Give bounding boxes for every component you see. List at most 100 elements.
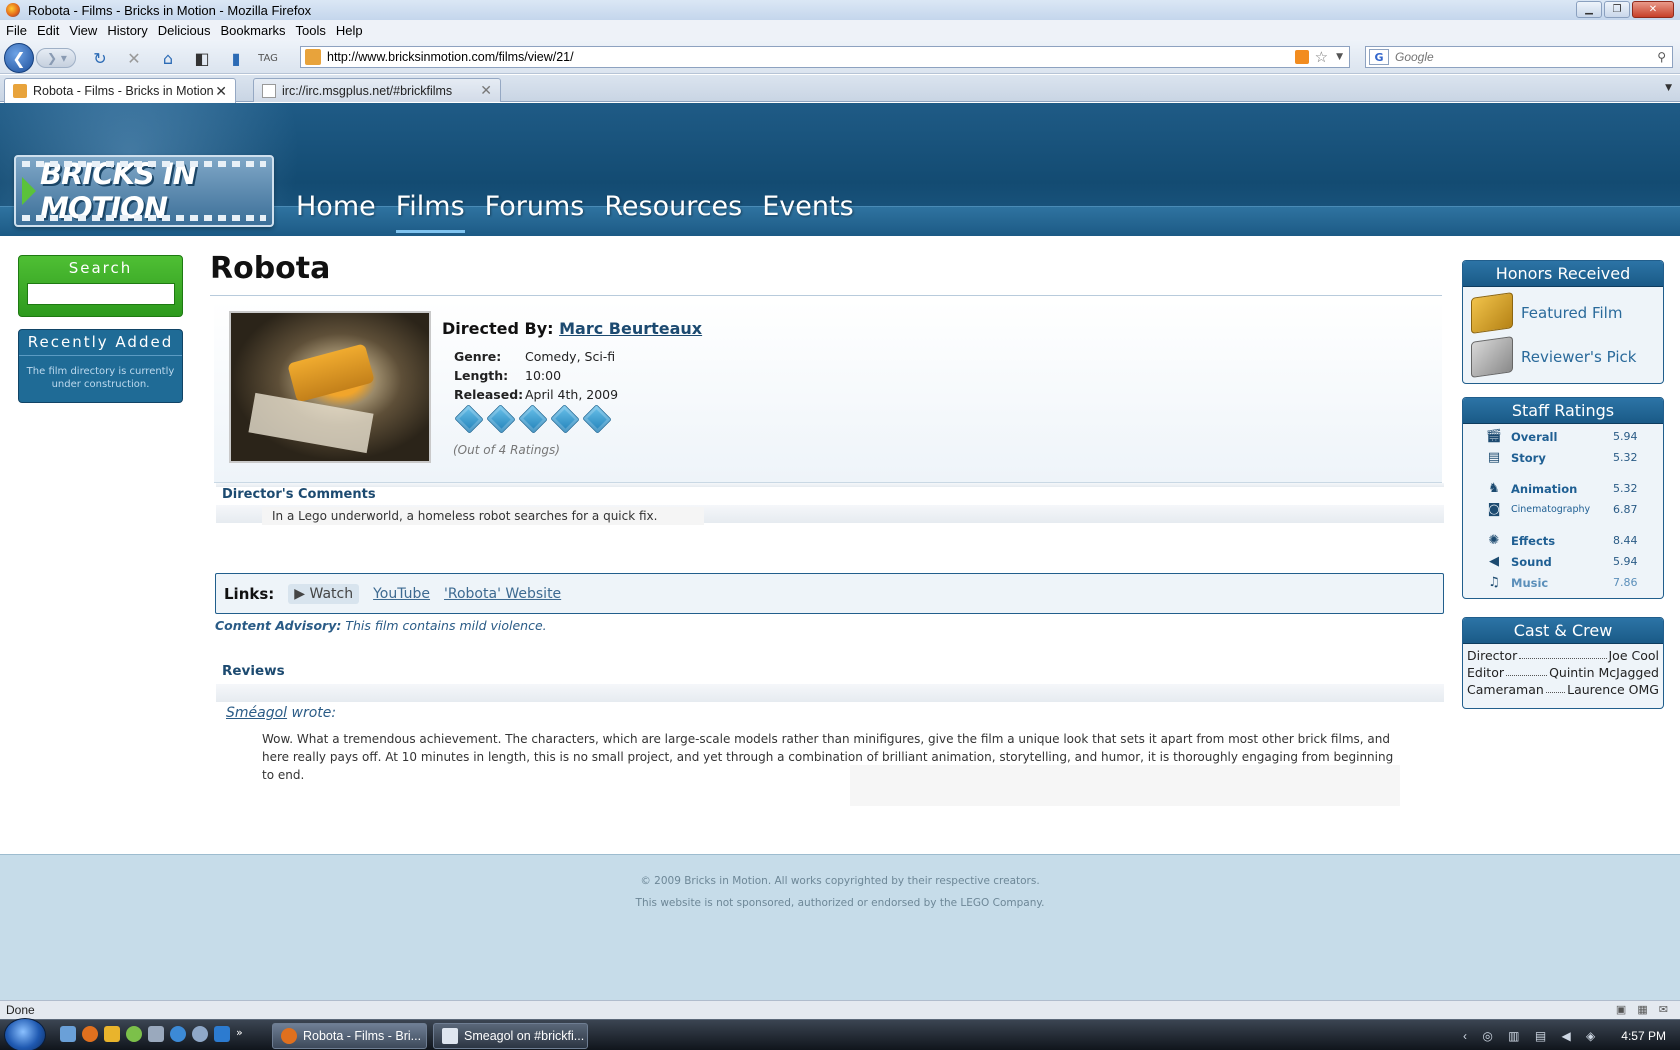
nav-forums[interactable]: Forums: [485, 191, 585, 233]
window-titlebar: Robota - Films - Bricks in Motion - Mozi…: [0, 0, 1680, 20]
nav-resources[interactable]: Resources: [604, 191, 742, 233]
website-link[interactable]: 'Robota' Website: [444, 586, 561, 602]
home-icon[interactable]: ⌂: [158, 48, 178, 68]
rating-row-effects: ✺ Effects 8.44: [1463, 530, 1663, 551]
url-bar[interactable]: http://www.bricksinmotion.com/films/view…: [300, 46, 1350, 68]
tab-list-icon[interactable]: ▼: [1665, 83, 1672, 93]
honor-featured-film[interactable]: Featured Film: [1463, 291, 1663, 335]
globe-icon[interactable]: [192, 1026, 208, 1042]
nav-events[interactable]: Events: [762, 191, 853, 233]
music-note-icon: ♫: [1488, 575, 1500, 590]
film-thumbnail[interactable]: [229, 311, 431, 463]
taskbar-label: Robota - Films - Bri...: [303, 1029, 422, 1043]
director-link[interactable]: Marc Beurteaux: [559, 319, 702, 338]
search-bar[interactable]: G ⚲: [1365, 46, 1673, 68]
rating-bricks: [454, 404, 612, 434]
page-title: Robota: [210, 251, 331, 286]
play-triangle-icon: [22, 177, 36, 205]
site-search-input[interactable]: [27, 283, 175, 305]
clock[interactable]: 4:57 PM: [1621, 1029, 1666, 1043]
menu-tools[interactable]: Tools: [296, 23, 326, 38]
firefox-icon: [281, 1028, 297, 1044]
fact-value: 10:00: [525, 368, 562, 383]
menu-view[interactable]: View: [69, 23, 97, 38]
watch-button[interactable]: ▶ Watch: [288, 583, 360, 604]
close-window-button[interactable]: ✕: [1632, 1, 1674, 18]
show-desktop-icon[interactable]: [60, 1026, 76, 1042]
tag-icon[interactable]: TAG: [258, 48, 278, 68]
delicious-icon[interactable]: ◧: [192, 48, 212, 68]
firefox-launch-icon[interactable]: [82, 1026, 98, 1042]
rating-brick-icon: [550, 404, 580, 434]
bookmark-panel-icon[interactable]: ▮: [226, 48, 246, 68]
crew-row: Director Joe Cool: [1463, 646, 1663, 663]
staff-ratings-box: Staff Ratings 🎬︎ Overall 5.94 ▤ Story 5.…: [1462, 397, 1664, 599]
search-input[interactable]: [1395, 50, 1658, 64]
rating-brick-icon: [518, 404, 548, 434]
close-tab-icon[interactable]: ✕: [215, 83, 227, 100]
back-button[interactable]: ❮: [4, 43, 34, 73]
rating-value: 5.32: [1613, 482, 1638, 495]
nav-films[interactable]: Films: [395, 191, 465, 233]
reload-icon[interactable]: ↻: [90, 48, 110, 68]
sparkle-icon: ✺: [1488, 533, 1500, 548]
reviews-heading: Reviews: [222, 663, 285, 679]
search-engine-icon[interactable]: G: [1369, 49, 1389, 65]
silver-brick-icon: [1471, 336, 1513, 378]
rating-value: 7.86: [1613, 576, 1638, 589]
window-title: Robota - Films - Bricks in Motion - Mozi…: [28, 2, 312, 18]
menu-bar: File Edit View History Delicious Bookmar…: [0, 20, 1680, 40]
crew-member: Joe Cool: [1608, 648, 1660, 663]
rating-name: Cinematography: [1511, 504, 1591, 515]
script-icon: ▤: [1487, 450, 1501, 465]
links-label: Links:: [224, 584, 275, 603]
menu-file[interactable]: File: [6, 23, 27, 38]
menu-delicious[interactable]: Delicious: [158, 23, 211, 38]
page-viewport: BRICKS IN MOTION Home Films Forums Resou…: [0, 103, 1680, 1000]
menu-bookmarks[interactable]: Bookmarks: [221, 23, 286, 38]
menu-history[interactable]: History: [107, 23, 147, 38]
ie-icon[interactable]: [214, 1026, 230, 1042]
tab-irc[interactable]: irc://irc.msgplus.net/#brickfilms ✕: [253, 78, 501, 102]
search-icon[interactable]: ⚲: [1657, 50, 1666, 64]
honor-reviewers-pick[interactable]: Reviewer's Pick: [1463, 335, 1663, 379]
bookmark-star-icon[interactable]: ☆: [1315, 48, 1328, 66]
crew-member: Laurence OMG: [1567, 682, 1659, 697]
rating-row-story: ▤ Story 5.32: [1463, 447, 1663, 468]
messenger-icon[interactable]: [170, 1026, 186, 1042]
close-tab-icon[interactable]: ✕: [480, 82, 492, 99]
play-icon: ▶: [294, 585, 310, 602]
rating-row-cinematography: ◙ Cinematography 6.87: [1463, 499, 1663, 520]
media-player-icon[interactable]: [104, 1026, 120, 1042]
rss-feed-icon[interactable]: [1294, 50, 1309, 64]
taskbar: » Robota - Films - Bri... Smeagol on #br…: [0, 1018, 1680, 1050]
taskbar-chatzilla[interactable]: Smeagol on #brickfi...: [433, 1023, 588, 1049]
reviewer-link[interactable]: Sméagol: [226, 705, 287, 721]
more-icon[interactable]: »: [236, 1026, 252, 1042]
minimize-button[interactable]: ▁: [1576, 1, 1602, 18]
nav-home[interactable]: Home: [296, 191, 376, 233]
url-history-dropdown-icon[interactable]: ▼: [1336, 52, 1343, 62]
menu-edit[interactable]: Edit: [37, 23, 59, 38]
recently-added-text: The film directory is currently under co…: [26, 366, 175, 390]
start-button[interactable]: [4, 1018, 46, 1050]
quick-launch: »: [60, 1026, 252, 1042]
rating-row-overall: 🎬︎ Overall 5.94: [1463, 426, 1663, 447]
tray-icons[interactable]: ‹ ◎ ▥ ▤ ◀ ◈: [1463, 1029, 1601, 1043]
fact-value: Comedy, Sci-fi: [525, 349, 616, 364]
youtube-link[interactable]: YouTube: [373, 586, 430, 602]
ratings-count: (Out of 4 Ratings): [453, 443, 560, 457]
window-switcher-icon[interactable]: [148, 1026, 164, 1042]
taskbar-firefox[interactable]: Robota - Films - Bri...: [272, 1023, 427, 1049]
forward-button[interactable]: ❯ ▾: [36, 48, 76, 68]
crew-member: Quintin McJagged: [1549, 665, 1659, 680]
crew-role: Director: [1467, 648, 1518, 663]
stop-icon[interactable]: ✕: [124, 48, 144, 68]
url-text[interactable]: http://www.bricksinmotion.com/films/view…: [327, 50, 1295, 64]
tab-robota[interactable]: Robota - Films - Bricks in Motion ✕: [4, 78, 236, 103]
crew-row: Cameraman Laurence OMG: [1463, 680, 1663, 697]
app-icon[interactable]: [126, 1026, 142, 1042]
menu-help[interactable]: Help: [336, 23, 363, 38]
site-logo[interactable]: BRICKS IN MOTION: [14, 155, 274, 227]
restore-button[interactable]: ❐: [1604, 1, 1630, 18]
